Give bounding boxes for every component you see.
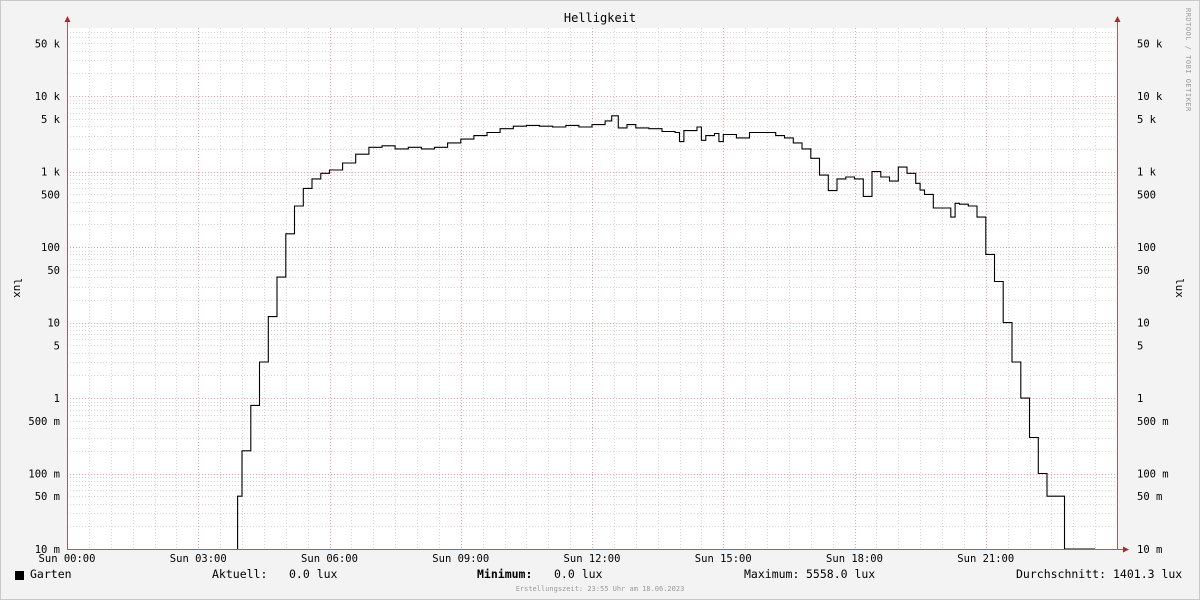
- legend-min-label: Minimum:: [477, 567, 533, 581]
- chart-title: Helligkeit: [564, 11, 636, 25]
- y-axis-label-right: lux: [1173, 278, 1186, 298]
- y-tick-labels-left: 50 k 10 k 5 k 1 k 500 100 50 10 5 1 500 m 100 m 50 m…: [28, 38, 60, 556]
- y-tick-label-right: 100: [1137, 242, 1156, 254]
- x-tick-label: Sun 09:00: [432, 553, 489, 565]
- legend-series-label: Garten: [30, 567, 72, 581]
- y-tick-label-right: 10 k: [1137, 91, 1163, 103]
- x-tick-label: Sun 06:00: [301, 553, 358, 565]
- y-tick-label-right: 10 m: [1137, 544, 1162, 556]
- x-axis-arrow: [1123, 546, 1129, 553]
- y-tick-label-left: 50 k: [35, 38, 61, 50]
- y-tick-label-right: 500: [1137, 189, 1156, 201]
- x-tick-label: Sun 21:00: [957, 553, 1014, 565]
- legend-current-value: 0.0 lux: [289, 567, 338, 581]
- legend-max-label: Maximum:: [744, 567, 800, 581]
- x-tick-label: Sun 12:00: [564, 553, 621, 565]
- y-tick-label-left: 50: [47, 265, 60, 277]
- x-tick-label: Sun 15:00: [695, 553, 752, 565]
- legend-min-value: 0.0 lux: [554, 567, 603, 581]
- y-tick-label-right: 50: [1137, 265, 1150, 277]
- y-tick-label-left: 1: [54, 393, 60, 405]
- legend-avg-label: Durchschnitt:: [1016, 567, 1107, 581]
- y-tick-label-left: 100: [41, 242, 60, 254]
- x-tick-label: Sun 03:00: [170, 553, 227, 565]
- y-axis-label-left: lux: [11, 278, 24, 298]
- x-tick-label: Sun 00:00: [39, 553, 96, 565]
- y-tick-label-right: 1: [1137, 393, 1143, 405]
- y-tick-label-right: 5 k: [1137, 114, 1157, 126]
- y-tick-label-left: 500 m: [28, 416, 60, 428]
- x-tick-labels: Sun 00:00 Sun 03:00 Sun 06:00 Sun 09:00 Sun …: [39, 553, 1015, 565]
- brightness-chart: 50 k 10 k 5 k 1 k 500 100 50 10 5 1 500 m 100 m 50 m…: [11, 8, 1192, 565]
- footer-timestamp: Erstellungszeit: 23:55 Uhr am 18.06.2023: [515, 585, 685, 593]
- watermark: RRDTOOL / TOBI OETIKER: [1184, 8, 1192, 112]
- y-tick-label-left: 10: [47, 318, 60, 330]
- y-tick-label-right: 10: [1137, 318, 1150, 330]
- legend-current-label: Aktuell:: [212, 567, 268, 581]
- legend-max-value: 5558.0 lux: [806, 567, 876, 581]
- y-tick-label-left: 100 m: [28, 469, 60, 481]
- legend-avg-value: 1401.3 lux: [1113, 567, 1183, 581]
- y-axis-arrow-left: [64, 16, 71, 22]
- y-tick-label-left: 1 k: [41, 167, 61, 179]
- y-tick-label-left: 500: [41, 189, 60, 201]
- y-tick-label-right: 50 k: [1137, 38, 1163, 50]
- legend-swatch: [15, 571, 24, 580]
- y-tick-label-right: 1 k: [1137, 167, 1157, 179]
- y-tick-label-left: 5 k: [41, 114, 61, 126]
- y-tick-label-left: 10 k: [35, 91, 61, 103]
- y-axis-arrow-right: [1114, 16, 1121, 22]
- x-tick-label: Sun 18:00: [826, 553, 883, 565]
- y-tick-label-left: 50 m: [35, 491, 60, 503]
- y-tick-label-left: 5: [54, 340, 60, 352]
- y-tick-label-right: 500 m: [1137, 416, 1169, 428]
- y-tick-labels-right: 50 k 10 k 5 k 1 k 500 100 50 10 5 1 500 m 100 m 50 m…: [1137, 38, 1169, 556]
- y-tick-label-right: 5: [1137, 340, 1143, 352]
- y-tick-label-right: 50 m: [1137, 491, 1162, 503]
- y-tick-label-right: 100 m: [1137, 469, 1169, 481]
